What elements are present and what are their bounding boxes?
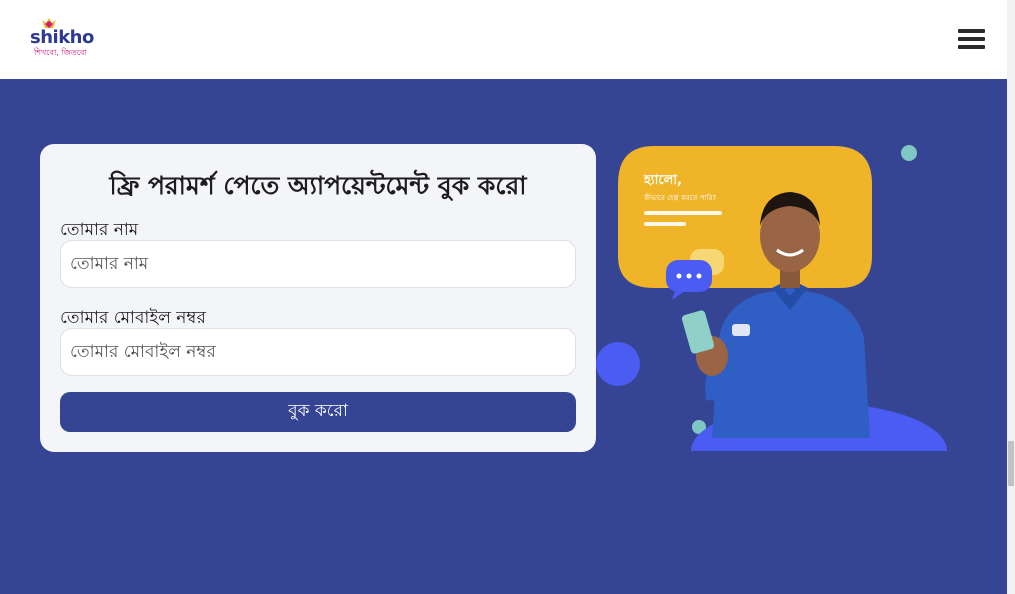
bubble-line-2 [644, 222, 686, 226]
form-title: ফ্রি পরামর্শ পেতে অ্যাপয়েন্টমেন্ট বুক ক… [109, 171, 527, 200]
blue-circle-left [596, 342, 640, 386]
mobile-input[interactable] [61, 329, 575, 375]
chat-icon [666, 260, 712, 300]
scrollbar[interactable] [1007, 0, 1015, 594]
appointment-form-card: ফ্রি পরামর্শ পেতে অ্যাপয়েন্টমেন্ট বুক ক… [40, 144, 596, 452]
support-illustration: হ্যালো, কীভাবে হেল্প করতে পারি? [596, 145, 947, 451]
scrollbar-thumb[interactable] [1008, 441, 1014, 486]
book-button[interactable]: বুক করো [60, 392, 576, 432]
speech-bubble [618, 146, 872, 288]
bubble-line-1 [644, 211, 722, 215]
shikho-logo[interactable]: shikho শিখবো, জিতবো [30, 18, 94, 60]
hamburger-menu-icon[interactable] [957, 27, 986, 51]
site-header: shikho শিখবো, জিতবো [0, 0, 1007, 79]
name-input[interactable] [61, 241, 575, 287]
mobile-field-wrapper [60, 328, 576, 376]
logo-tagline: শিখবো, জিতবো [34, 48, 87, 57]
logo-text: shikho [30, 27, 94, 48]
bubble-subtitle: কীভাবে হেল্প করতে পারি? [643, 193, 716, 202]
name-field-wrapper [60, 240, 576, 288]
teal-dot-top [901, 145, 917, 161]
bubble-title: হ্যালো, [643, 173, 682, 188]
